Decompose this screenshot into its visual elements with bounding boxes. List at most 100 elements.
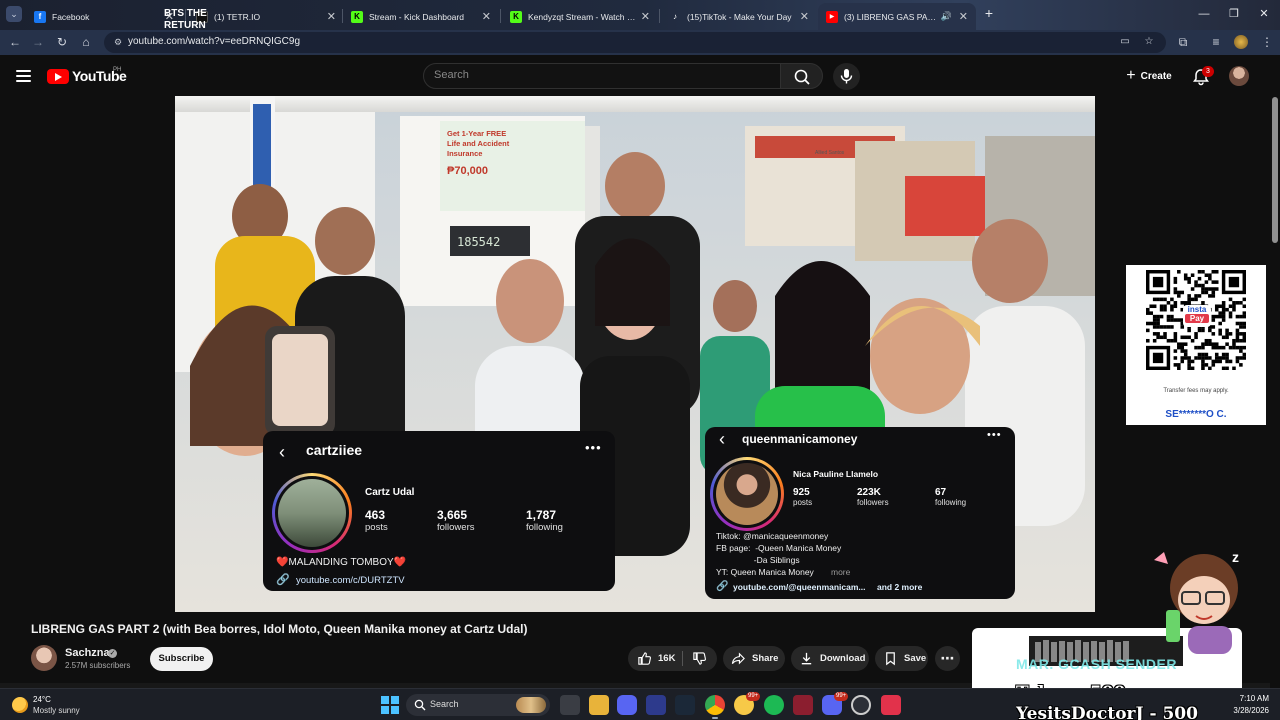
- site-info-icon[interactable]: ⚙: [114, 37, 125, 48]
- maximize-icon[interactable]: ❐: [1226, 6, 1242, 22]
- ig-bio: ❤️MALANDING TOMBOY❤️: [276, 557, 407, 568]
- taskbar-search[interactable]: Search: [406, 694, 550, 716]
- windows-start-button[interactable]: [381, 696, 399, 714]
- microphone-icon: [840, 69, 853, 84]
- obs-icon[interactable]: [851, 695, 871, 715]
- tab-title: Stream - Kick Dashboard: [369, 11, 464, 22]
- ig-link: youtube.com/@queenmanicam...: [733, 582, 866, 592]
- file-explorer-icon[interactable]: [589, 695, 609, 715]
- bookmark-icon: [886, 652, 895, 666]
- close-tab-icon[interactable]: ✕: [482, 10, 491, 23]
- task-view-icon[interactable]: [560, 695, 580, 715]
- ticker-entry: YesitsDoctorJ - 500: [1016, 704, 1198, 720]
- scrollbar-thumb[interactable]: [1272, 97, 1278, 243]
- back-arrow-icon: ‹: [719, 429, 725, 449]
- video-player[interactable]: Get 1-Year FREE Life and Accident Insura…: [175, 96, 1095, 612]
- new-tab-button[interactable]: +: [981, 5, 997, 21]
- hamburger-menu-icon[interactable]: [16, 70, 31, 82]
- clock-date[interactable]: 3/28/2026: [1223, 706, 1269, 715]
- close-window-icon[interactable]: ✕: [1256, 6, 1272, 22]
- profile-avatar[interactable]: [1234, 35, 1248, 49]
- voice-search-button[interactable]: [833, 63, 860, 90]
- search-box[interactable]: [423, 63, 781, 89]
- browser-tab-youtube[interactable]: ▶ (3) LIBRENG GAS PART 2 (w 🔊 ✕: [818, 3, 976, 30]
- video-title: LIBRENG GAS PART 2 (with Bea borres, Ido…: [31, 622, 528, 636]
- search-icon: [414, 699, 426, 711]
- search-button[interactable]: [780, 63, 823, 89]
- app-arrow-icon[interactable]: [646, 695, 666, 715]
- search-highlight-image: [516, 697, 546, 713]
- save-button[interactable]: Save: [875, 646, 928, 671]
- ig-link: youtube.com/c/DURTZTV: [296, 575, 405, 586]
- poster-text: Life and Accident: [447, 139, 510, 148]
- extensions-icon[interactable]: ⧉: [1175, 34, 1191, 50]
- download-button[interactable]: Download: [791, 646, 869, 671]
- ig-handle: queenmanicamoney: [742, 432, 858, 446]
- tab-search-button[interactable]: ⌄: [6, 6, 22, 22]
- instapay-qr-panel: [1126, 265, 1266, 425]
- browser-toolbar: ← → ↻ ⌂ ⚙ youtube.com/watch?v=eeDRNQIGC9…: [0, 30, 1280, 55]
- poster-text: Get 1-Year FREE: [447, 129, 506, 138]
- browser-tab-facebook[interactable]: f Facebook ✕: [26, 3, 182, 30]
- ig-stat-followers: 3,665 followers: [437, 508, 475, 533]
- browser-tab-tetrio[interactable]: (1) TETR.IO ✕: [188, 3, 344, 30]
- subscribe-button[interactable]: Subscribe: [150, 647, 213, 671]
- reading-list-icon[interactable]: ≡: [1208, 34, 1224, 50]
- account-avatar[interactable]: [1229, 66, 1249, 86]
- reload-icon[interactable]: ↻: [54, 34, 70, 50]
- share-button[interactable]: Share: [723, 646, 785, 671]
- channel-name[interactable]: Sachzna: [65, 647, 110, 659]
- qr-account-name: SE*******O C.: [1165, 409, 1227, 420]
- minimize-icon[interactable]: —: [1196, 6, 1212, 22]
- chrome-icon[interactable]: [705, 695, 725, 715]
- clock-time[interactable]: 7:10 AM: [1223, 694, 1269, 703]
- subscriber-count: 2.57M subscribers: [65, 661, 131, 670]
- weather-temperature[interactable]: 24°C: [33, 695, 51, 704]
- page-scrollbar[interactable]: [1270, 97, 1280, 687]
- steam-icon[interactable]: [675, 695, 695, 715]
- close-tab-icon[interactable]: ✕: [641, 10, 650, 23]
- tab-title: (3) LIBRENG GAS PART 2 (w: [844, 11, 938, 22]
- ig-stat-followers: 223K followers: [857, 487, 889, 507]
- address-bar[interactable]: ⚙ youtube.com/watch?v=eeDRNQIGC9g ▭ ☆: [104, 32, 1166, 53]
- bookmark-star-icon[interactable]: ☆: [1142, 36, 1156, 50]
- close-tab-icon[interactable]: ✕: [959, 10, 968, 23]
- audio-playing-icon[interactable]: 🔊: [941, 11, 952, 22]
- weather-sun-icon[interactable]: [12, 697, 28, 713]
- ticker-label: MAR. GCASH SENDER: [1016, 656, 1177, 672]
- like-count: 16K: [658, 653, 676, 664]
- more-horizontal-icon: ⋯: [940, 650, 955, 666]
- ig-bio-line: YT: Queen Manica Money: [716, 567, 814, 577]
- browser-tab-kick-dashboard[interactable]: K Stream - Kick Dashboard ✕: [343, 3, 499, 30]
- more-actions-button[interactable]: ⋯: [935, 646, 960, 671]
- like-dislike-group: 16K: [628, 646, 717, 671]
- url-text[interactable]: youtube.com/watch?v=eeDRNQIGC9g: [128, 36, 300, 47]
- like-button[interactable]: 16K: [628, 646, 680, 671]
- browser-tab-tiktok[interactable]: ♪ (15)TikTok - Make Your Day ✕: [661, 3, 817, 30]
- dislike-button[interactable]: [685, 646, 717, 671]
- red-app-icon[interactable]: [881, 695, 901, 715]
- ig-display-name: Cartz Udal: [365, 487, 415, 498]
- bts-title: BTS THE: [164, 8, 207, 19]
- poster-price: ₱70,000: [447, 165, 488, 177]
- close-tab-icon[interactable]: ✕: [800, 10, 809, 23]
- ig-bio-line: FB page: -Queen Manica Money: [716, 543, 842, 553]
- channel-avatar[interactable]: [31, 645, 57, 671]
- weather-condition[interactable]: Mostly sunny: [33, 706, 80, 715]
- adobe-icon[interactable]: [793, 695, 813, 715]
- search-input[interactable]: [434, 69, 764, 81]
- home-icon[interactable]: ⌂: [78, 34, 94, 50]
- back-icon[interactable]: ←: [7, 34, 23, 50]
- facebook-icon: f: [34, 10, 46, 23]
- close-tab-icon[interactable]: ✕: [327, 10, 336, 23]
- pump-reading: 185542: [457, 235, 500, 249]
- browser-tab-kick-stream[interactable]: K Kendyzqt Stream - Watch Live ✕: [502, 3, 658, 30]
- create-button[interactable]: + Create: [1120, 63, 1178, 89]
- ig-stat-following: 67 following: [935, 487, 967, 507]
- ig-link-more: and 2 more: [877, 582, 923, 592]
- spotify-icon[interactable]: [764, 695, 784, 715]
- cast-icon[interactable]: ▭: [1118, 36, 1132, 50]
- browser-menu-icon[interactable]: ⋮: [1259, 34, 1275, 50]
- discord-icon[interactable]: [617, 695, 637, 715]
- forward-icon[interactable]: →: [30, 34, 46, 50]
